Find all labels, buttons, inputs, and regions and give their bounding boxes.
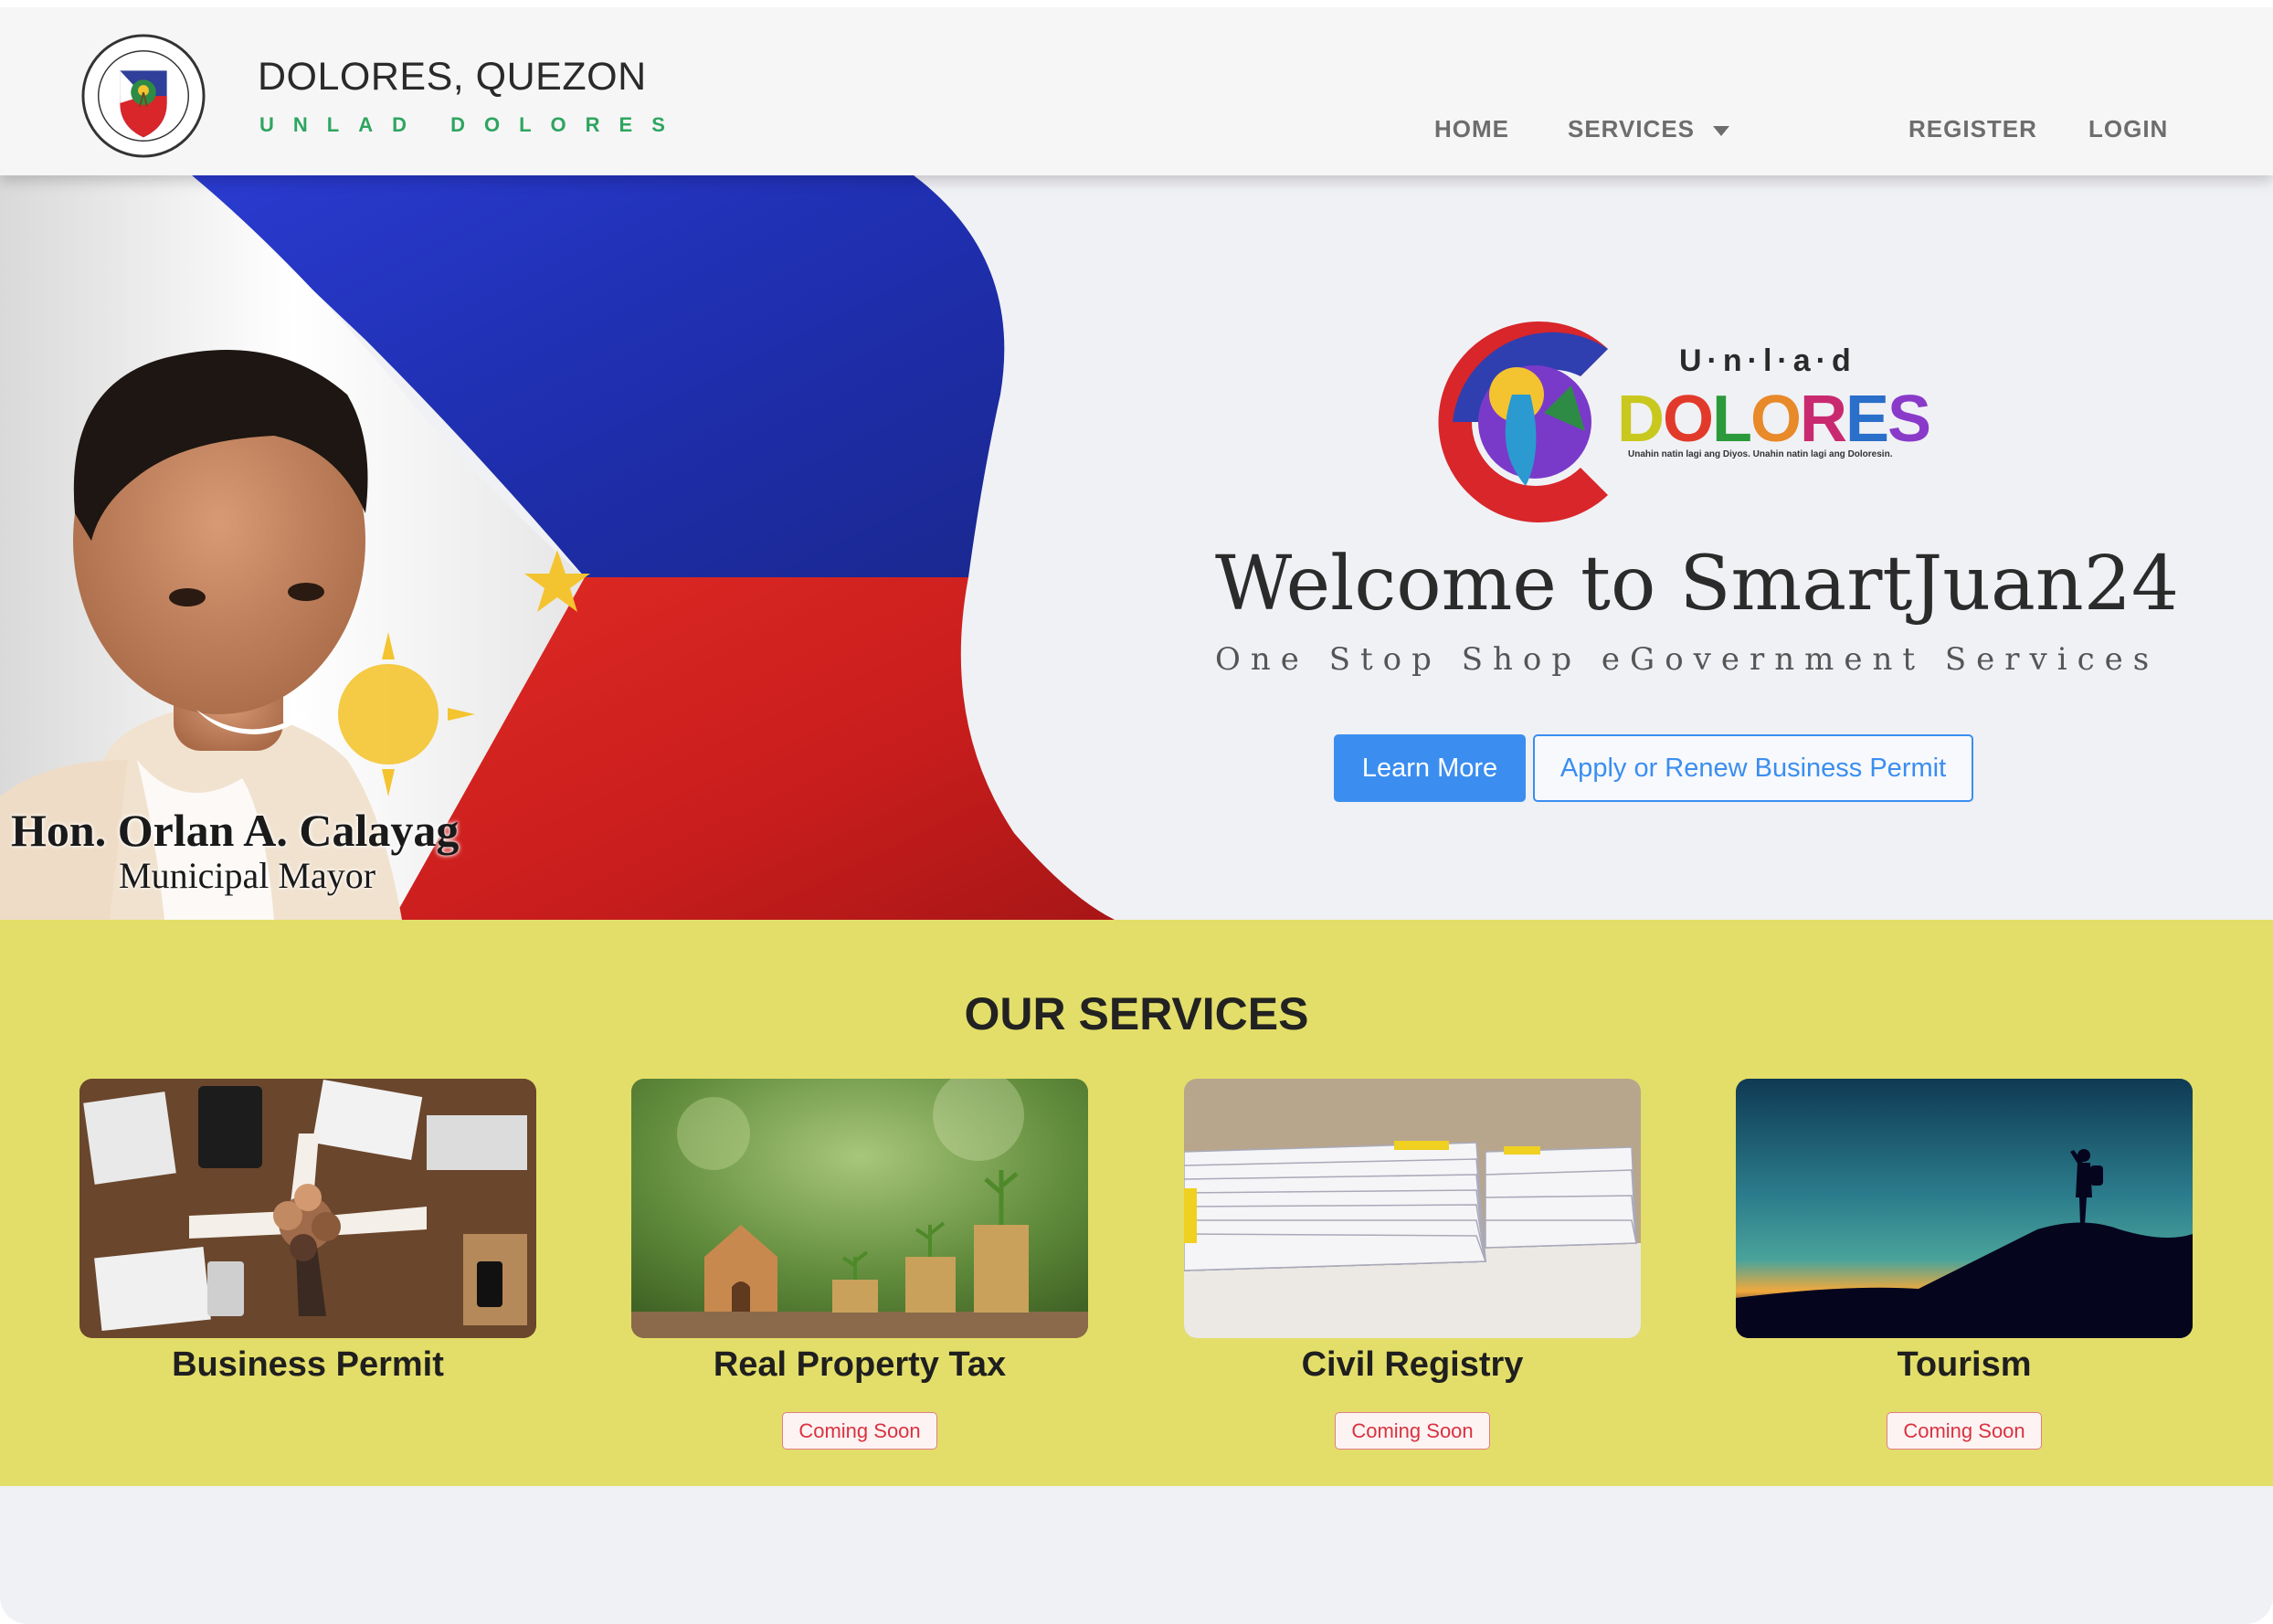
service-card-title: Business Permit — [172, 1345, 444, 1384]
nav-services-label: SERVICES — [1568, 115, 1696, 142]
tourism-image — [1736, 1079, 2193, 1338]
service-card-tourism[interactable]: Tourism Coming Soon — [1736, 1079, 2193, 1450]
logo-letter: O — [1750, 383, 1802, 456]
page: DOLORES, QUEZON UNLAD DOLORES HOME SERVI… — [0, 7, 2273, 1624]
services-heading: OUR SERVICES — [964, 988, 1309, 1039]
nav-register-label: REGISTER — [1908, 115, 2037, 142]
hero-tagline: One Stop Shop eGovernment Services — [1215, 641, 2160, 678]
services-section: OUR SERVICES Business Permit Real Proper… — [0, 920, 2273, 1486]
service-card-title: Tourism — [1897, 1345, 2032, 1384]
service-card-title: Civil Registry — [1301, 1345, 1524, 1384]
navbar: DOLORES, QUEZON UNLAD DOLORES HOME SERVI… — [0, 7, 2273, 175]
service-card-title: Real Property Tax — [713, 1345, 1007, 1384]
logo-unlad-text: U·n·l·a·d — [1679, 343, 1856, 378]
nav-services-dropdown[interactable]: SERVICES — [1568, 115, 1730, 143]
business-permit-image — [79, 1079, 536, 1338]
nav-login-link[interactable]: LOGIN — [2088, 115, 2168, 143]
service-card-business-permit[interactable]: Business Permit — [79, 1079, 536, 1385]
coming-soon-badge: Coming Soon — [1887, 1412, 2042, 1450]
logo-dolores-text: DOLORES — [1617, 382, 1931, 457]
coming-soon-badge: Coming Soon — [1335, 1412, 1490, 1450]
logo-letter: S — [1887, 383, 1931, 456]
mayor-name: Hon. Orlan A. Calayag — [11, 805, 460, 856]
nav-home-link[interactable]: HOME — [1434, 115, 1509, 143]
mayor-title: Municipal Mayor — [119, 855, 376, 896]
hero-section: Hon. Orlan A. Calayag Municipal Mayor U·… — [0, 175, 2273, 920]
site-subtitle: UNLAD DOLORES — [259, 113, 684, 136]
coming-soon-badge: Coming Soon — [782, 1412, 937, 1450]
service-card-civil-registry[interactable]: Civil Registry Coming Soon — [1184, 1079, 1641, 1450]
real-property-tax-image — [631, 1079, 1088, 1338]
nav-register-link[interactable]: REGISTER — [1908, 115, 2037, 143]
municipal-seal-logo[interactable] — [80, 33, 206, 159]
unlad-dolores-c-logo — [1438, 322, 1608, 522]
civil-registry-image — [1184, 1079, 1641, 1338]
apply-renew-permit-button[interactable]: Apply or Renew Business Permit — [1533, 734, 1973, 802]
logo-letter: D — [1617, 383, 1665, 456]
logo-letter: L — [1712, 383, 1752, 456]
logo-tagline: Unahin natin lagi ang Diyos. Unahin nati… — [1628, 449, 1893, 459]
welcome-heading: Welcome to SmartJuan24 — [1215, 541, 2180, 627]
logo-letter: R — [1800, 383, 1847, 456]
logo-letter: E — [1845, 383, 1889, 456]
learn-more-button[interactable]: Learn More — [1334, 734, 1526, 802]
nav-login-label: LOGIN — [2088, 115, 2169, 142]
service-card-real-property-tax[interactable]: Real Property Tax Coming Soon — [631, 1079, 1088, 1450]
nav-home-label: HOME — [1434, 115, 1509, 142]
site-title[interactable]: DOLORES, QUEZON — [258, 55, 647, 100]
caret-down-icon — [1713, 125, 1730, 136]
logo-letter: O — [1663, 383, 1714, 456]
